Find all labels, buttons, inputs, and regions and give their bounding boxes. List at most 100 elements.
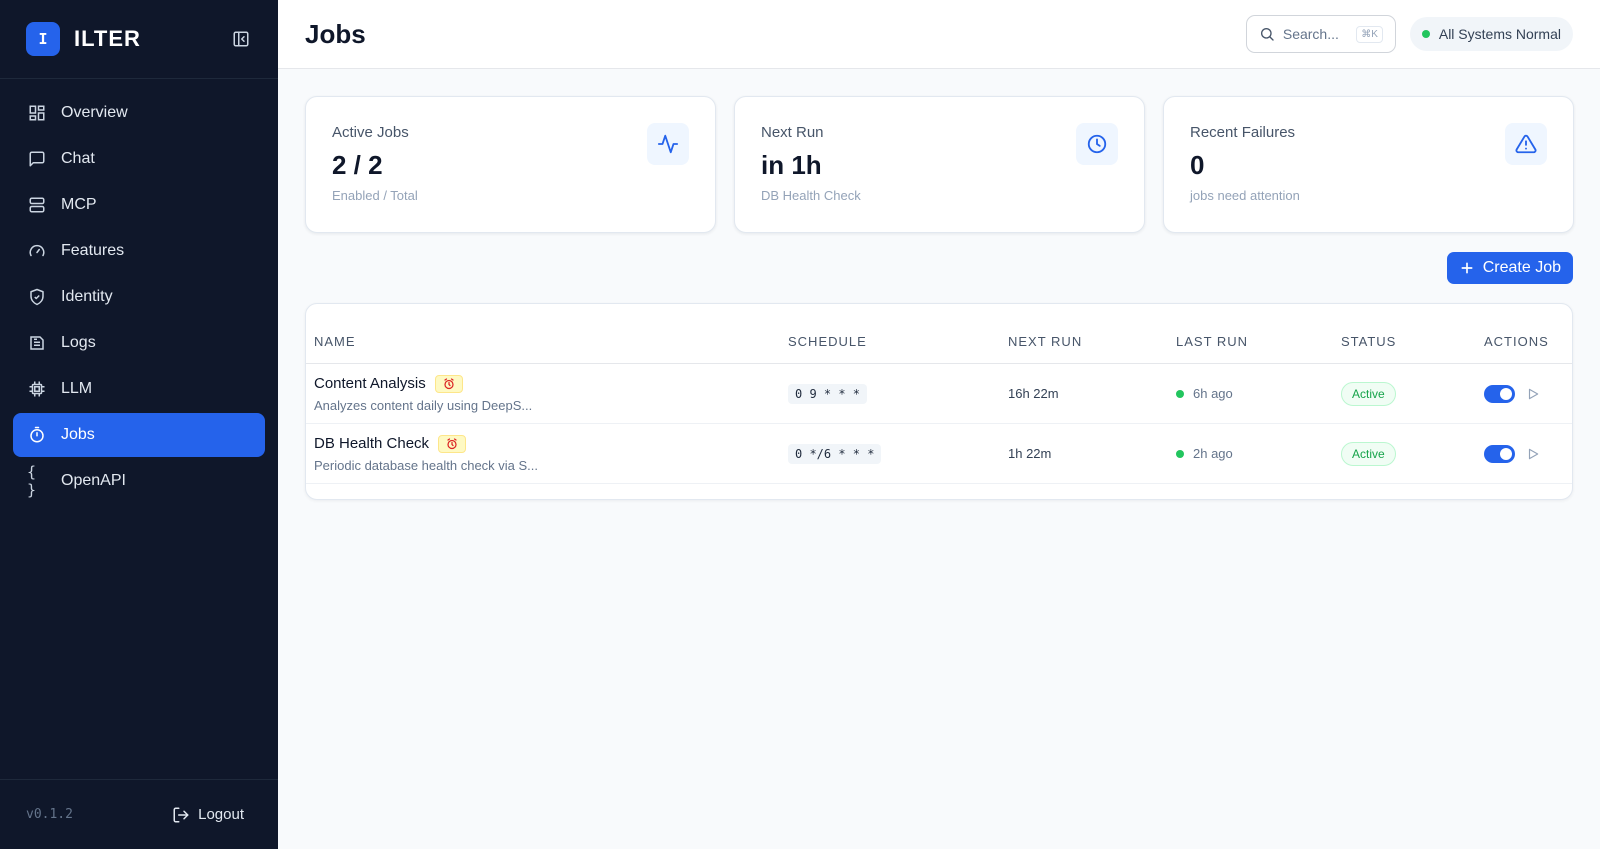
stat-value: 0 [1190, 150, 1205, 180]
last-run-success-dot [1176, 449, 1184, 458]
sidebar-item-label: Jobs [61, 426, 95, 443]
logout-button[interactable]: Logout [172, 806, 244, 824]
search-input[interactable]: Search... ⌘K [1245, 15, 1396, 53]
sidebar-item-label: Chat [61, 150, 95, 167]
run-now-icon[interactable] [1526, 387, 1540, 401]
shield-icon [27, 287, 47, 307]
sidebar-item-label: LLM [61, 380, 93, 397]
job-name-cell: DB Health Check Periodic database health… [306, 434, 788, 473]
stat-card-recent-failures: Recent Failures 0 jobs need attention [1163, 96, 1574, 233]
schedule-cell: 0 */6 * * * [788, 443, 1008, 464]
logout-icon [172, 806, 190, 824]
jobs-table: NAME SCHEDULE NEXT RUN LAST RUN STATUS A… [305, 303, 1573, 500]
search-icon [1259, 26, 1275, 42]
stat-subtext: DB Health Check [761, 188, 861, 203]
stat-label: Active Jobs [332, 124, 409, 141]
sidebar-item-label: Logs [61, 334, 96, 351]
job-name-cell: Content Analysis Analyzes content daily … [306, 374, 788, 413]
next-run-value: 1h 22m [1008, 446, 1052, 461]
cron-expression: 0 */6 * * * [788, 443, 882, 464]
server-icon [27, 195, 47, 215]
table-row[interactable]: Content Analysis Analyzes content daily … [306, 364, 1572, 424]
plus-icon [1459, 260, 1475, 276]
logs-icon [27, 333, 47, 353]
job-name: DB Health Check [314, 435, 430, 452]
sidebar-item-mcp[interactable]: MCP [13, 183, 265, 227]
column-header-next-run: NEXT RUN [1008, 334, 1083, 349]
create-job-label: Create Job [1482, 259, 1561, 276]
last-run-value: 6h ago [1193, 386, 1233, 401]
stopwatch-icon [27, 425, 47, 445]
braces-icon: { } [27, 463, 37, 499]
last-run-cell: 2h ago [1176, 446, 1341, 461]
sidebar-item-logs[interactable]: Logs [13, 321, 265, 365]
table-row[interactable]: DB Health Check Periodic database health… [306, 424, 1572, 484]
sidebar-item-label: Overview [61, 104, 128, 121]
status-cell: Active [1341, 381, 1484, 406]
create-job-button[interactable]: Create Job [1446, 252, 1573, 284]
sidebar-footer: v0.1.2 Logout [0, 779, 278, 849]
sidebar-item-identity[interactable]: Identity [13, 275, 265, 319]
stat-card-next-run: Next Run in 1h DB Health Check [734, 96, 1145, 233]
search-shortcut: ⌘K [1356, 25, 1383, 43]
last-run-success-dot [1176, 389, 1184, 398]
column-header-schedule: SCHEDULE [788, 334, 867, 349]
last-run-value: 2h ago [1193, 446, 1233, 461]
top-bar: Jobs Search... ⌘K All Systems Normal [278, 0, 1600, 69]
collapse-sidebar-button[interactable] [230, 28, 252, 50]
last-run-cell: 6h ago [1176, 386, 1341, 401]
actions-cell [1484, 444, 1572, 463]
sidebar-item-label: MCP [61, 196, 97, 213]
app-version: v0.1.2 [26, 807, 73, 822]
search-placeholder: Search... [1282, 26, 1339, 42]
sidebar-item-label: Identity [61, 288, 113, 305]
alarm-clock-icon [438, 434, 467, 453]
schedule-cell: 0 9 * * * [788, 383, 1008, 404]
sidebar-item-llm[interactable]: LLM [13, 367, 265, 411]
clock-icon [1076, 123, 1118, 165]
brand-header: I ILTER [0, 0, 278, 79]
alert-triangle-icon [1505, 123, 1547, 165]
job-name: Content Analysis [314, 375, 426, 392]
enable-toggle[interactable] [1484, 384, 1515, 403]
chat-icon [27, 149, 47, 169]
column-header-name: NAME [314, 334, 356, 349]
next-run-value: 16h 22m [1008, 386, 1059, 401]
stat-card-active-jobs: Active Jobs 2 / 2 Enabled / Total [305, 96, 716, 233]
stat-label: Next Run [761, 124, 824, 141]
column-header-actions: ACTIONS [1484, 334, 1549, 349]
status-cell: Active [1341, 441, 1484, 466]
app-name: ILTER [74, 26, 141, 51]
logout-label: Logout [198, 806, 244, 823]
stat-subtext: jobs need attention [1190, 188, 1300, 203]
sidebar: I ILTER Overview Chat MCP Features Ident… [0, 0, 278, 849]
cron-expression: 0 9 * * * [788, 383, 868, 404]
job-description: Periodic database health check via S... [314, 457, 539, 473]
chip-icon [27, 379, 47, 399]
gauge-icon [27, 241, 47, 261]
sidebar-item-label: OpenAPI [61, 472, 126, 489]
actions-cell [1484, 384, 1572, 403]
system-status-label: All Systems Normal [1438, 26, 1561, 42]
page-title: Jobs [305, 18, 366, 49]
sidebar-nav: Overview Chat MCP Features Identity Logs… [0, 79, 278, 517]
sidebar-item-chat[interactable]: Chat [13, 137, 265, 181]
app-logo: I [26, 22, 60, 56]
sidebar-item-openapi[interactable]: { } OpenAPI [13, 459, 265, 503]
run-now-icon[interactable] [1526, 447, 1540, 461]
status-dot [1421, 30, 1430, 38]
stat-label: Recent Failures [1190, 124, 1296, 141]
column-header-status: STATUS [1341, 334, 1397, 349]
grid-icon [27, 103, 47, 123]
status-badge: Active [1341, 381, 1396, 406]
stat-value: 2 / 2 [332, 150, 383, 180]
sidebar-item-features[interactable]: Features [13, 229, 265, 273]
sidebar-collapse-icon [233, 31, 249, 47]
column-header-last-run: LAST RUN [1176, 334, 1249, 349]
stat-cards: Active Jobs 2 / 2 Enabled / Total Next R… [305, 96, 1574, 233]
sidebar-item-jobs[interactable]: Jobs [13, 413, 265, 457]
enable-toggle[interactable] [1484, 444, 1515, 463]
stat-value: in 1h [761, 150, 822, 180]
status-badge: Active [1341, 441, 1396, 466]
sidebar-item-overview[interactable]: Overview [13, 91, 265, 135]
